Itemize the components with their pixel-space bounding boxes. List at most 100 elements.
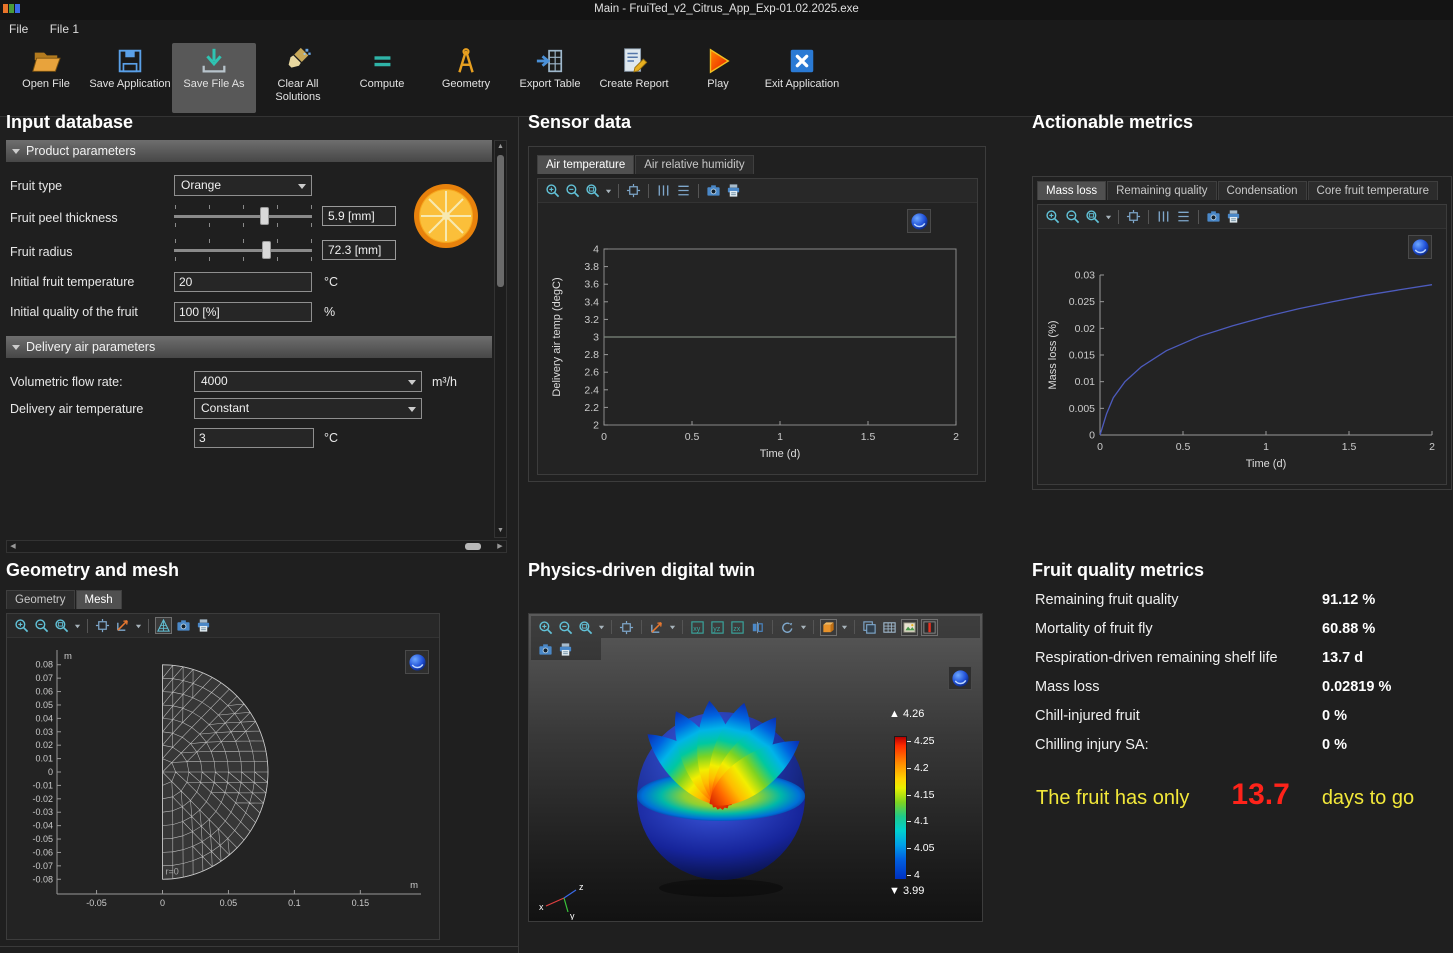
product-parameters-header[interactable]: Product parameters bbox=[6, 140, 492, 162]
vertical-scrollbar[interactable]: ▲ ▼ bbox=[494, 140, 507, 538]
svg-text:0: 0 bbox=[48, 767, 53, 777]
zoom-out-icon[interactable] bbox=[1064, 208, 1081, 225]
exit-application-button[interactable]: Exit Application bbox=[760, 43, 844, 113]
comsol-logo-button[interactable] bbox=[907, 209, 931, 233]
table-icon[interactable] bbox=[881, 619, 898, 636]
comsol-logo-button[interactable] bbox=[405, 650, 429, 674]
tab-mass-loss[interactable]: Mass loss bbox=[1037, 181, 1106, 200]
camera-icon[interactable] bbox=[705, 182, 722, 199]
delivery-air-header[interactable]: Delivery air parameters bbox=[6, 336, 492, 358]
slider-thumb[interactable] bbox=[260, 207, 269, 225]
dropdown-caret-icon[interactable] bbox=[134, 617, 142, 634]
air-temp-mode-select[interactable]: Constant bbox=[194, 398, 422, 419]
fruit-type-select[interactable]: Orange bbox=[174, 175, 312, 196]
create-report-button[interactable]: Create Report bbox=[592, 43, 676, 113]
zoom-in-icon[interactable] bbox=[537, 619, 554, 636]
fruit-radius-slider[interactable] bbox=[174, 238, 312, 262]
copy-image-icon[interactable] bbox=[861, 619, 878, 636]
zoom-out-icon[interactable] bbox=[33, 617, 50, 634]
zoom-in-icon[interactable] bbox=[13, 617, 30, 634]
clear-all-solutions-button[interactable]: Clear All Solutions bbox=[256, 43, 340, 113]
comsol-logo-button[interactable] bbox=[1408, 235, 1432, 259]
slider-thumb[interactable] bbox=[262, 241, 271, 259]
zoom-extents-icon[interactable] bbox=[625, 182, 642, 199]
open-file-button[interactable]: Open File bbox=[4, 43, 88, 113]
clip-plane-icon[interactable] bbox=[921, 619, 938, 636]
print-icon[interactable] bbox=[195, 617, 212, 634]
export-table-button[interactable]: Export Table bbox=[508, 43, 592, 113]
peel-thickness-slider[interactable] bbox=[174, 204, 312, 228]
tab-mesh[interactable]: Mesh bbox=[76, 590, 122, 609]
mass-loss-chart[interactable]: 00.511.5200.0050.010.0150.020.0250.03Tim… bbox=[1038, 229, 1446, 482]
x-gridlines-icon[interactable] bbox=[1175, 208, 1192, 225]
y-gridlines-icon[interactable] bbox=[655, 182, 672, 199]
comsol-logo-button[interactable] bbox=[948, 666, 972, 690]
play-button[interactable]: Play bbox=[676, 43, 760, 113]
print-icon[interactable] bbox=[725, 182, 742, 199]
zoom-extents-icon[interactable] bbox=[94, 617, 111, 634]
image-icon[interactable] bbox=[901, 619, 918, 636]
zoom-box-icon[interactable] bbox=[53, 617, 70, 634]
camera-icon[interactable] bbox=[1205, 208, 1222, 225]
menu-file-1[interactable]: File 1 bbox=[41, 20, 88, 38]
zoom-out-icon[interactable] bbox=[557, 619, 574, 636]
y-gridlines-icon[interactable] bbox=[1155, 208, 1172, 225]
mesh-chart[interactable]: 0.080.070.060.050.040.030.020.010-0.01-0… bbox=[7, 638, 437, 936]
yz-view-icon[interactable]: yz bbox=[709, 619, 726, 636]
scroll-left-icon[interactable]: ◀ bbox=[7, 541, 19, 552]
save-application-button[interactable]: Save Application bbox=[88, 43, 172, 113]
dropdown-caret-icon[interactable] bbox=[597, 619, 605, 636]
initial-quality-input[interactable] bbox=[174, 302, 312, 322]
initial-temp-input[interactable] bbox=[174, 272, 312, 292]
xy-view-icon[interactable]: xy bbox=[689, 619, 706, 636]
save-file-as-button[interactable]: Save File As bbox=[172, 43, 256, 113]
scene-cube-icon[interactable] bbox=[820, 619, 837, 636]
tab-condensation[interactable]: Condensation bbox=[1218, 181, 1307, 200]
print-icon[interactable] bbox=[557, 641, 574, 658]
menu-file[interactable]: File bbox=[0, 20, 37, 38]
zoom-in-icon[interactable] bbox=[544, 182, 561, 199]
dropdown-caret-icon[interactable] bbox=[840, 619, 848, 636]
flow-rate-select[interactable]: 4000 bbox=[194, 371, 422, 392]
x-gridlines-icon[interactable] bbox=[675, 182, 692, 199]
tab-air-relative-humidity[interactable]: Air relative humidity bbox=[635, 155, 753, 174]
sensor-chart[interactable]: 00.511.5222.22.42.62.833.23.43.63.84Time… bbox=[538, 203, 977, 473]
tab-air-temperature[interactable]: Air temperature bbox=[537, 155, 634, 174]
print-icon[interactable] bbox=[1225, 208, 1242, 225]
dropdown-caret-icon[interactable] bbox=[1104, 208, 1112, 225]
dropdown-caret-icon[interactable] bbox=[604, 182, 612, 199]
tab-geometry[interactable]: Geometry bbox=[6, 590, 75, 609]
zx-view-icon[interactable]: zx bbox=[729, 619, 746, 636]
go-to-view-icon[interactable] bbox=[114, 617, 131, 634]
scrollbar-thumb[interactable] bbox=[465, 543, 481, 550]
dropdown-caret-icon[interactable] bbox=[799, 619, 807, 636]
zoom-extents-icon[interactable] bbox=[1125, 208, 1142, 225]
zoom-in-icon[interactable] bbox=[1044, 208, 1061, 225]
rotate-view-icon[interactable] bbox=[779, 619, 796, 636]
air-temp-value-input[interactable] bbox=[194, 428, 314, 448]
flip-view-icon[interactable] bbox=[749, 619, 766, 636]
scroll-up-icon[interactable]: ▲ bbox=[495, 141, 506, 153]
zoom-extents-icon[interactable] bbox=[618, 619, 635, 636]
tab-core-fruit-temperature[interactable]: Core fruit temperature bbox=[1308, 181, 1439, 200]
camera-icon[interactable] bbox=[537, 641, 554, 658]
zoom-box-icon[interactable] bbox=[1084, 208, 1101, 225]
dropdown-caret-icon[interactable] bbox=[668, 619, 676, 636]
zoom-out-icon[interactable] bbox=[564, 182, 581, 199]
geometry-button[interactable]: Geometry bbox=[424, 43, 508, 113]
camera-icon[interactable] bbox=[175, 617, 192, 634]
go-to-view-icon[interactable] bbox=[648, 619, 665, 636]
scrollbar-thumb[interactable] bbox=[497, 155, 504, 287]
zoom-box-icon[interactable] bbox=[584, 182, 601, 199]
compute-button[interactable]: Compute bbox=[340, 43, 424, 113]
slider-tick bbox=[311, 223, 312, 227]
metric-value: 13.7 d bbox=[1322, 650, 1363, 666]
mesh-grid-icon[interactable] bbox=[155, 617, 172, 634]
tab-remaining-quality[interactable]: Remaining quality bbox=[1107, 181, 1216, 200]
horizontal-scrollbar[interactable]: ◀ ▶ bbox=[6, 540, 507, 553]
peel-thickness-label: Fruit peel thickness bbox=[10, 211, 118, 225]
dropdown-caret-icon[interactable] bbox=[73, 617, 81, 634]
scroll-down-icon[interactable]: ▼ bbox=[495, 525, 506, 537]
zoom-box-icon[interactable] bbox=[577, 619, 594, 636]
scroll-right-icon[interactable]: ▶ bbox=[494, 541, 506, 552]
